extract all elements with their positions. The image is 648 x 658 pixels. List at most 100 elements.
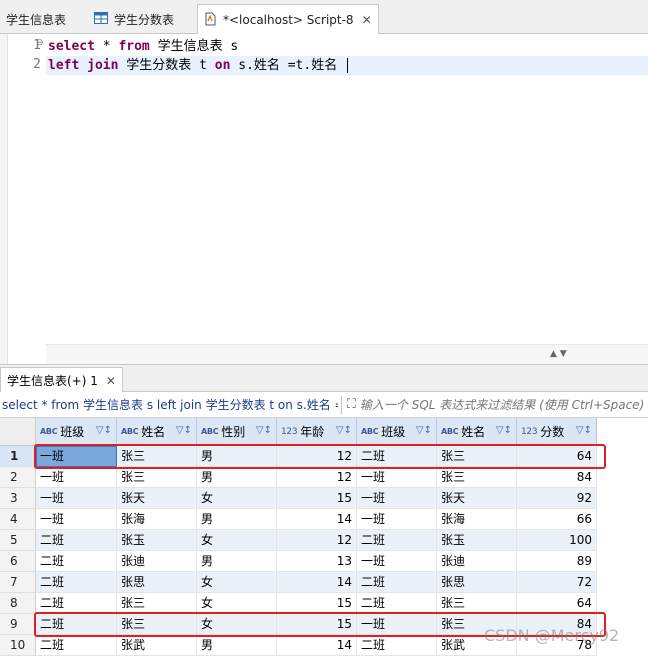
table-cell[interactable]: 张思: [437, 572, 517, 593]
table-cell[interactable]: 14: [277, 509, 357, 530]
filter-sort-icon[interactable]: ▽↕: [496, 425, 512, 436]
table-row[interactable]: 3 一班 张天女 15 一班 张天 92: [0, 488, 648, 509]
table-cell[interactable]: 一班: [36, 488, 117, 509]
table-cell[interactable]: 14: [277, 635, 357, 656]
column-header[interactable]: 123 年龄 ▽↕: [277, 418, 357, 446]
code-line-current[interactable]: left join 学生分数表 t on s.姓名 =t.姓名: [46, 56, 648, 75]
expand-icon[interactable]: ⛶: [347, 397, 356, 412]
table-cell[interactable]: 男: [197, 509, 277, 530]
row-number[interactable]: 1: [0, 446, 36, 467]
filter-sort-icon[interactable]: ▽↕: [176, 425, 192, 436]
table-cell[interactable]: 张思: [117, 572, 197, 593]
table-cell[interactable]: 二班: [357, 572, 437, 593]
table-row[interactable]: 4 一班 张海男 14 一班 张海 66: [0, 509, 648, 530]
column-header[interactable]: 123 分数 ▽↕: [517, 418, 597, 446]
table-cell[interactable]: 14: [277, 572, 357, 593]
table-cell[interactable]: 张天: [117, 488, 197, 509]
table-cell[interactable]: 一班: [36, 509, 117, 530]
row-number[interactable]: 3: [0, 488, 36, 509]
table-cell[interactable]: 84: [517, 467, 597, 488]
table-cell[interactable]: 92: [517, 488, 597, 509]
table-cell[interactable]: 张天: [437, 488, 517, 509]
table-cell[interactable]: 张海: [437, 509, 517, 530]
filter-sort-icon[interactable]: ▽↕: [96, 425, 112, 436]
row-number[interactable]: 5: [0, 530, 36, 551]
table-cell[interactable]: 二班: [357, 635, 437, 656]
table-cell[interactable]: 张迪: [437, 551, 517, 572]
table-cell[interactable]: 一班: [357, 488, 437, 509]
table-row[interactable]: 2 一班 张三男 12 一班 张三 84: [0, 467, 648, 488]
column-header[interactable]: ABC 性别 ▽↕: [197, 418, 277, 446]
sql-editor[interactable]: 1 ⊖ 2 select * from 学生信息表 s left join 学生…: [0, 34, 648, 364]
table-cell[interactable]: 张三: [437, 593, 517, 614]
column-header[interactable]: ABC 班级 ▽↕: [357, 418, 437, 446]
table-cell[interactable]: 张武: [117, 635, 197, 656]
close-icon[interactable]: ✕: [362, 13, 372, 27]
tab-results[interactable]: 学生信息表(+) 1 ✕: [0, 367, 123, 393]
table-cell[interactable]: 男: [197, 551, 277, 572]
filter-sort-icon[interactable]: ▽↕: [256, 425, 272, 436]
editor-horizontal-scrollbar[interactable]: ▲ ▼: [46, 344, 648, 364]
table-cell[interactable]: 张迪: [117, 551, 197, 572]
table-cell[interactable]: 男: [197, 467, 277, 488]
table-cell[interactable]: 女: [197, 572, 277, 593]
table-cell[interactable]: 张玉: [117, 530, 197, 551]
table-cell[interactable]: 张三: [117, 593, 197, 614]
table-cell[interactable]: 一班: [357, 509, 437, 530]
table-cell[interactable]: 张三: [117, 467, 197, 488]
table-cell[interactable]: 64: [517, 593, 597, 614]
table-cell[interactable]: 72: [517, 572, 597, 593]
table-cell[interactable]: 女: [197, 530, 277, 551]
table-row[interactable]: 7 二班 张思女 14 二班 张思 72: [0, 572, 648, 593]
table-cell[interactable]: 二班: [36, 572, 117, 593]
table-row[interactable]: 5 二班 张玉女 12 二班 张玉 100: [0, 530, 648, 551]
table-cell[interactable]: 二班: [36, 551, 117, 572]
table-cell[interactable]: 15: [277, 593, 357, 614]
table-cell[interactable]: 女: [197, 488, 277, 509]
table-cell[interactable]: 二班: [36, 635, 117, 656]
table-cell[interactable]: 张三: [437, 467, 517, 488]
table-cell[interactable]: 二班: [36, 530, 117, 551]
table-cell[interactable]: 二班: [36, 593, 117, 614]
table-cell[interactable]: 男: [197, 635, 277, 656]
column-header[interactable]: ABC 姓名 ▽↕: [437, 418, 517, 446]
close-icon[interactable]: ✕: [106, 374, 116, 388]
fold-icon[interactable]: ⊖: [36, 38, 44, 48]
panel-resize-arrows-icon[interactable]: ▲ ▼: [550, 349, 567, 359]
table-cell[interactable]: 89: [517, 551, 597, 572]
row-number[interactable]: 7: [0, 572, 36, 593]
table-cell[interactable]: 一班: [357, 467, 437, 488]
table-cell[interactable]: 二班: [357, 593, 437, 614]
table-cell[interactable]: 100: [517, 530, 597, 551]
filter-sort-icon[interactable]: ▽↕: [416, 425, 432, 436]
table-cell[interactable]: 女: [197, 593, 277, 614]
table-cell[interactable]: 12: [277, 467, 357, 488]
filter-sort-icon[interactable]: ▽↕: [336, 425, 352, 436]
row-number[interactable]: 2: [0, 467, 36, 488]
table-row[interactable]: 8 二班 张三女 15 二班 张三 64: [0, 593, 648, 614]
table-cell[interactable]: 13: [277, 551, 357, 572]
row-number[interactable]: 4: [0, 509, 36, 530]
filter-input[interactable]: [359, 397, 648, 412]
tab-script-8[interactable]: *<localhost> Script-8 ✕: [197, 4, 379, 35]
table-cell[interactable]: 12: [277, 530, 357, 551]
row-number[interactable]: 10: [0, 635, 36, 656]
tab-student-scores[interactable]: 学生分数表: [88, 4, 180, 34]
row-number[interactable]: 9: [0, 614, 36, 635]
table-cell[interactable]: 一班: [36, 467, 117, 488]
table-cell[interactable]: 张海: [117, 509, 197, 530]
row-number[interactable]: 6: [0, 551, 36, 572]
table-row[interactable]: 6 二班 张迪男 13 一班 张迪 89: [0, 551, 648, 572]
table-cell[interactable]: 张玉: [437, 530, 517, 551]
table-cell[interactable]: 15: [277, 488, 357, 509]
filter-sort-icon[interactable]: ▽↕: [576, 425, 592, 436]
grid-corner[interactable]: [0, 418, 36, 446]
column-header[interactable]: ABC 班级 ▽↕: [36, 418, 117, 446]
table-cell[interactable]: 一班: [357, 551, 437, 572]
tab-student-info[interactable]: 学生信息表: [0, 4, 72, 34]
row-number[interactable]: 8: [0, 593, 36, 614]
code-line[interactable]: select * from 学生信息表 s: [46, 37, 648, 56]
table-cell[interactable]: 66: [517, 509, 597, 530]
table-cell[interactable]: 二班: [357, 530, 437, 551]
column-header[interactable]: ABC 姓名 ▽↕: [117, 418, 197, 446]
